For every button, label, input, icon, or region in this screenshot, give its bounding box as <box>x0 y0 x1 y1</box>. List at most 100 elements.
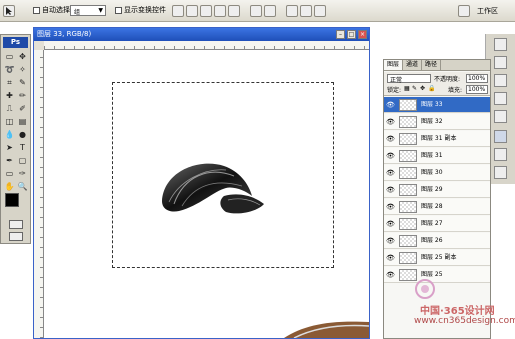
layer-name: 图层 28 <box>421 203 443 210</box>
align-hcenter-icon[interactable] <box>228 5 240 17</box>
auto-select-value: 组 <box>74 9 81 16</box>
layer-row[interactable]: 👁 图层 25 副本 <box>384 250 490 266</box>
show-transform-checkbox[interactable] <box>115 7 122 14</box>
foreground-color-swatch[interactable] <box>5 193 19 207</box>
gradient-tool-icon[interactable]: ▤ <box>17 116 28 127</box>
eye-icon[interactable]: 👁 <box>386 135 395 143</box>
distribute-right-icon[interactable] <box>314 5 326 17</box>
lock-position-icon[interactable]: ✥ <box>420 85 425 92</box>
eye-icon[interactable]: 👁 <box>386 271 395 279</box>
hand-tool-icon[interactable]: ✋ <box>4 181 15 192</box>
opacity-input[interactable]: 100% <box>466 74 488 83</box>
tab-paths[interactable]: 路径 <box>422 60 442 70</box>
move-tool-icon[interactable] <box>3 5 15 17</box>
layer-row[interactable]: 👁 图层 29 <box>384 182 490 198</box>
layer-row[interactable]: 👁 图层 32 <box>384 114 490 130</box>
align-left-icon[interactable] <box>214 5 226 17</box>
lock-transparency-icon[interactable]: ▦ <box>404 85 410 92</box>
auto-select-checkbox[interactable] <box>33 7 40 14</box>
paths-icon[interactable] <box>494 166 507 179</box>
distribute-hcenter-icon[interactable] <box>300 5 312 17</box>
clone-stamp-icon[interactable]: ⎍ <box>4 103 15 114</box>
maximize-button[interactable]: □ <box>347 30 356 39</box>
ruler-vertical <box>34 50 44 338</box>
zoom-tool-icon[interactable]: 🔍 <box>17 181 28 192</box>
distribute-left-icon[interactable] <box>286 5 298 17</box>
move-tool-icon[interactable]: ✥ <box>17 51 28 62</box>
options-bar: 自动选择: 组 ▼ 显示变换控件 工作区 <box>0 0 515 22</box>
lasso-tool-icon[interactable]: ➰ <box>4 64 15 75</box>
color-icon[interactable] <box>494 92 507 105</box>
channels-icon[interactable] <box>494 148 507 161</box>
eraser-tool-icon[interactable]: ◫ <box>4 116 15 127</box>
screen-mode-icon[interactable] <box>9 232 23 241</box>
eye-icon[interactable]: 👁 <box>386 254 395 262</box>
watermark-logo-icon <box>415 279 435 299</box>
layer-thumbnail <box>399 150 417 162</box>
minimize-button[interactable]: – <box>336 30 345 39</box>
eye-icon[interactable]: 👁 <box>386 101 395 109</box>
path-selection-icon[interactable]: ➤ <box>4 142 15 153</box>
layer-thumbnail <box>399 133 417 145</box>
close-button[interactable]: × <box>358 30 367 39</box>
fill-input[interactable]: 100% <box>466 85 488 94</box>
align-vcenter-icon[interactable] <box>186 5 198 17</box>
layer-thumbnail <box>399 235 417 247</box>
history-icon[interactable] <box>494 56 507 69</box>
brush-tool-icon[interactable]: ✏ <box>17 90 28 101</box>
canvas[interactable] <box>44 50 369 338</box>
actions-icon[interactable] <box>494 74 507 87</box>
lock-pixels-icon[interactable]: ✎ <box>412 85 417 92</box>
distribute-vcenter-icon[interactable] <box>264 5 276 17</box>
swatches-icon[interactable] <box>494 110 507 123</box>
workspace-label[interactable]: 工作区 <box>477 6 498 16</box>
document-title-bar[interactable]: 图层 33, RGB/8) <box>34 28 369 41</box>
marquee-tool-icon[interactable]: ▭ <box>4 51 15 62</box>
layer-row[interactable]: 👁 图层 31 副本 <box>384 131 490 147</box>
type-tool-icon[interactable]: T <box>17 142 28 153</box>
show-transform-label: 显示变换控件 <box>124 6 166 14</box>
dodge-tool-icon[interactable]: ● <box>17 129 28 140</box>
opacity-value: 100% <box>468 75 486 82</box>
blend-mode-dropdown[interactable]: 正常 <box>387 74 431 84</box>
layer-thumbnail <box>399 252 417 264</box>
eyedropper-icon[interactable]: ✑ <box>17 168 28 179</box>
eye-icon[interactable]: 👁 <box>386 237 395 245</box>
lock-all-icon[interactable]: 🔒 <box>428 85 435 92</box>
auto-select-dropdown[interactable]: 组 ▼ <box>70 5 106 16</box>
ps-logo: Ps <box>3 37 28 48</box>
align-bottom-icon[interactable] <box>200 5 212 17</box>
healing-brush-icon[interactable]: ✚ <box>4 90 15 101</box>
eye-icon[interactable]: 👁 <box>386 203 395 211</box>
eye-icon[interactable]: 👁 <box>386 152 395 160</box>
layer-row[interactable]: 👁 图层 27 <box>384 216 490 232</box>
blur-tool-icon[interactable]: 💧 <box>4 129 15 140</box>
distribute-top-icon[interactable] <box>250 5 262 17</box>
layer-row[interactable]: 👁 图层 28 <box>384 199 490 215</box>
layer-row[interactable]: 👁 图层 26 <box>384 233 490 249</box>
align-top-icon[interactable] <box>172 5 184 17</box>
tab-layers[interactable]: 图层 <box>384 60 404 70</box>
history-brush-icon[interactable]: ✐ <box>17 103 28 114</box>
navigator-icon[interactable] <box>494 38 507 51</box>
pen-tool-icon[interactable]: ✒ <box>4 155 15 166</box>
watermark: 中国·365设计网 www.cn365design.com <box>400 278 515 328</box>
tab-channels[interactable]: 通道 <box>403 60 423 70</box>
toolbox: Ps ▭ ✥ ➰ ✧ ⌗ ✎ ✚ ✏ ⎍ ✐ ◫ ▤ 💧 ● ➤ T ✒ ▢ ▭… <box>0 34 31 244</box>
eye-icon[interactable]: 👁 <box>386 186 395 194</box>
layer-row[interactable]: 👁 图层 30 <box>384 165 490 181</box>
layer-thumbnail <box>399 116 417 128</box>
layers-icon[interactable] <box>494 130 507 143</box>
quick-mask-icon[interactable] <box>9 220 23 229</box>
shape-tool-icon[interactable]: ▢ <box>17 155 28 166</box>
notes-tool-icon[interactable]: ▭ <box>4 168 15 179</box>
magic-wand-icon[interactable]: ✧ <box>17 64 28 75</box>
workspace-icon[interactable] <box>458 5 470 17</box>
eye-icon[interactable]: 👁 <box>386 118 395 126</box>
layer-row[interactable]: 👁 图层 31 <box>384 148 490 164</box>
crop-tool-icon[interactable]: ⌗ <box>4 77 15 88</box>
eye-icon[interactable]: 👁 <box>386 169 395 177</box>
slice-tool-icon[interactable]: ✎ <box>17 77 28 88</box>
layer-row[interactable]: 👁 图层 33 <box>384 97 490 113</box>
eye-icon[interactable]: 👁 <box>386 220 395 228</box>
